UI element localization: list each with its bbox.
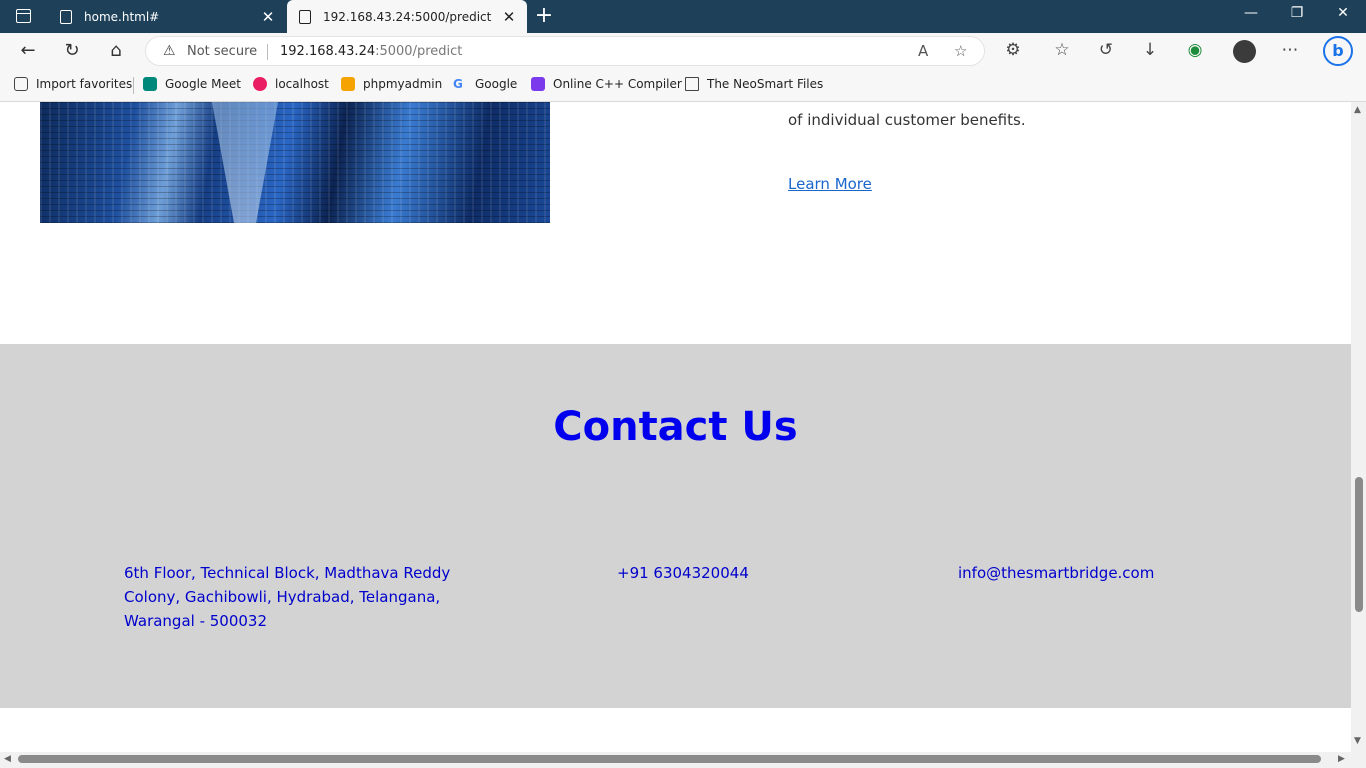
more-icon[interactable]: ⋯ bbox=[1278, 40, 1302, 60]
scroll-up-icon[interactable]: ▲ bbox=[1354, 105, 1361, 115]
tab-strip: home.html# ✕ 192.168.43.24:5000/predict … bbox=[0, 0, 1366, 33]
close-tab-icon[interactable]: ✕ bbox=[497, 8, 521, 26]
contact-email: info@thesmartbridge.com bbox=[958, 564, 1155, 582]
favorite-google-meet[interactable]: Google Meet bbox=[143, 77, 241, 91]
downloads-icon[interactable]: ↓ bbox=[1138, 40, 1162, 60]
tab-home[interactable]: home.html# ✕ bbox=[48, 0, 286, 33]
sky-highlight bbox=[212, 102, 278, 223]
bing-icon[interactable]: b bbox=[1323, 36, 1353, 66]
back-icon[interactable]: ← bbox=[15, 39, 41, 63]
new-tab-button[interactable]: + bbox=[534, 3, 554, 28]
horizontal-scroll-thumb[interactable] bbox=[18, 755, 1321, 763]
scroll-down-icon[interactable]: ▼ bbox=[1354, 736, 1361, 746]
favorite-phpmyadmin[interactable]: phpmyadmin bbox=[341, 77, 442, 91]
url-host: 192.168.43.24 bbox=[280, 44, 376, 59]
address-line: 6th Floor, Technical Block, Madthava Red… bbox=[124, 564, 451, 582]
url-path: :5000/predict bbox=[375, 44, 463, 59]
learn-more-link[interactable]: Learn More bbox=[788, 175, 872, 193]
performance-icon[interactable]: ◉ bbox=[1183, 40, 1207, 60]
favorites-icon[interactable]: ☆ bbox=[1050, 40, 1074, 60]
contact-address: 6th Floor, Technical Block, Madthava Red… bbox=[124, 561, 450, 633]
minimize-button[interactable]: — bbox=[1236, 5, 1266, 21]
favorite-neosmart[interactable]: The NeoSmart Files bbox=[685, 77, 823, 91]
favorite-label: Online C++ Compiler bbox=[553, 77, 682, 91]
scroll-left-icon[interactable]: ◀ bbox=[4, 754, 11, 764]
tab-actions-icon[interactable] bbox=[16, 9, 31, 23]
extensions-icon[interactable]: ⚙ bbox=[1001, 40, 1025, 60]
favorite-google[interactable]: G Google bbox=[453, 77, 517, 91]
page-icon bbox=[299, 9, 311, 24]
favorite-label: Google Meet bbox=[165, 77, 241, 91]
refresh-icon[interactable]: ↻ bbox=[59, 39, 85, 63]
favorite-label: localhost bbox=[275, 77, 329, 91]
address-bar[interactable]: ⚠ Not secure 192.168.43.24:5000/predict … bbox=[145, 36, 985, 66]
building-image bbox=[40, 102, 550, 223]
google-icon: G bbox=[453, 77, 463, 91]
favorites-bar: Import favorites Google Meet localhost p… bbox=[0, 69, 1366, 102]
service-description: of individual customer benefits. bbox=[788, 111, 1026, 129]
favorite-import[interactable]: Import favorites bbox=[14, 77, 132, 91]
profile-avatar[interactable] bbox=[1233, 40, 1256, 63]
page-icon bbox=[60, 9, 72, 24]
favorite-label: The NeoSmart Files bbox=[707, 77, 824, 91]
scroll-right-icon[interactable]: ▶ bbox=[1338, 754, 1345, 764]
tab-title: 192.168.43.24:5000/predict bbox=[323, 9, 492, 24]
divider bbox=[267, 44, 268, 60]
contact-phone: +91 6304320044 bbox=[617, 564, 749, 582]
vertical-scrollbar[interactable]: ▲ ▼ bbox=[1351, 102, 1366, 752]
address-line: Warangal - 500032 bbox=[124, 612, 268, 630]
tab-title: home.html# bbox=[84, 9, 160, 24]
contact-title: Contact Us bbox=[553, 404, 798, 450]
url-text[interactable]: 192.168.43.24:5000/predict bbox=[280, 44, 462, 59]
contact-section: Contact Us 6th Floor, Technical Block, M… bbox=[0, 344, 1351, 708]
phpmyadmin-icon bbox=[341, 77, 355, 91]
address-line: Colony, Gachibowli, Hydrabad, Telangana, bbox=[124, 588, 441, 606]
tab-predict[interactable]: 192.168.43.24:5000/predict ✕ bbox=[287, 0, 527, 33]
home-icon[interactable]: ⌂ bbox=[103, 39, 129, 63]
close-tab-icon[interactable]: ✕ bbox=[256, 8, 280, 26]
add-favorite-icon[interactable]: ☆ bbox=[954, 42, 967, 60]
favorite-label: Import favorites bbox=[36, 77, 133, 91]
vertical-scroll-thumb[interactable] bbox=[1355, 477, 1363, 612]
warning-icon: ⚠ bbox=[163, 43, 176, 59]
horizontal-scrollbar[interactable]: ◀ ▶ bbox=[0, 752, 1366, 768]
compiler-icon bbox=[531, 77, 545, 91]
read-aloud-icon[interactable]: A bbox=[918, 42, 928, 60]
favorite-label: Google bbox=[475, 77, 518, 91]
import-icon bbox=[14, 77, 28, 91]
browser-toolbar: ← ↻ ⌂ ⚠ Not secure 192.168.43.24:5000/pr… bbox=[0, 33, 1366, 69]
restore-button[interactable]: ❐ bbox=[1282, 5, 1312, 21]
page-icon bbox=[685, 77, 699, 91]
close-window-button[interactable]: ✕ bbox=[1328, 5, 1358, 21]
localhost-icon bbox=[253, 77, 267, 91]
page-viewport: of individual customer benefits. Learn M… bbox=[0, 102, 1351, 752]
divider bbox=[133, 77, 134, 94]
security-label[interactable]: Not secure bbox=[187, 44, 257, 59]
google-meet-icon bbox=[143, 77, 157, 91]
favorite-label: phpmyadmin bbox=[363, 77, 443, 91]
favorite-cpp-compiler[interactable]: Online C++ Compiler bbox=[531, 77, 682, 91]
favorite-localhost[interactable]: localhost bbox=[253, 77, 329, 91]
history-icon[interactable]: ↺ bbox=[1094, 40, 1118, 60]
